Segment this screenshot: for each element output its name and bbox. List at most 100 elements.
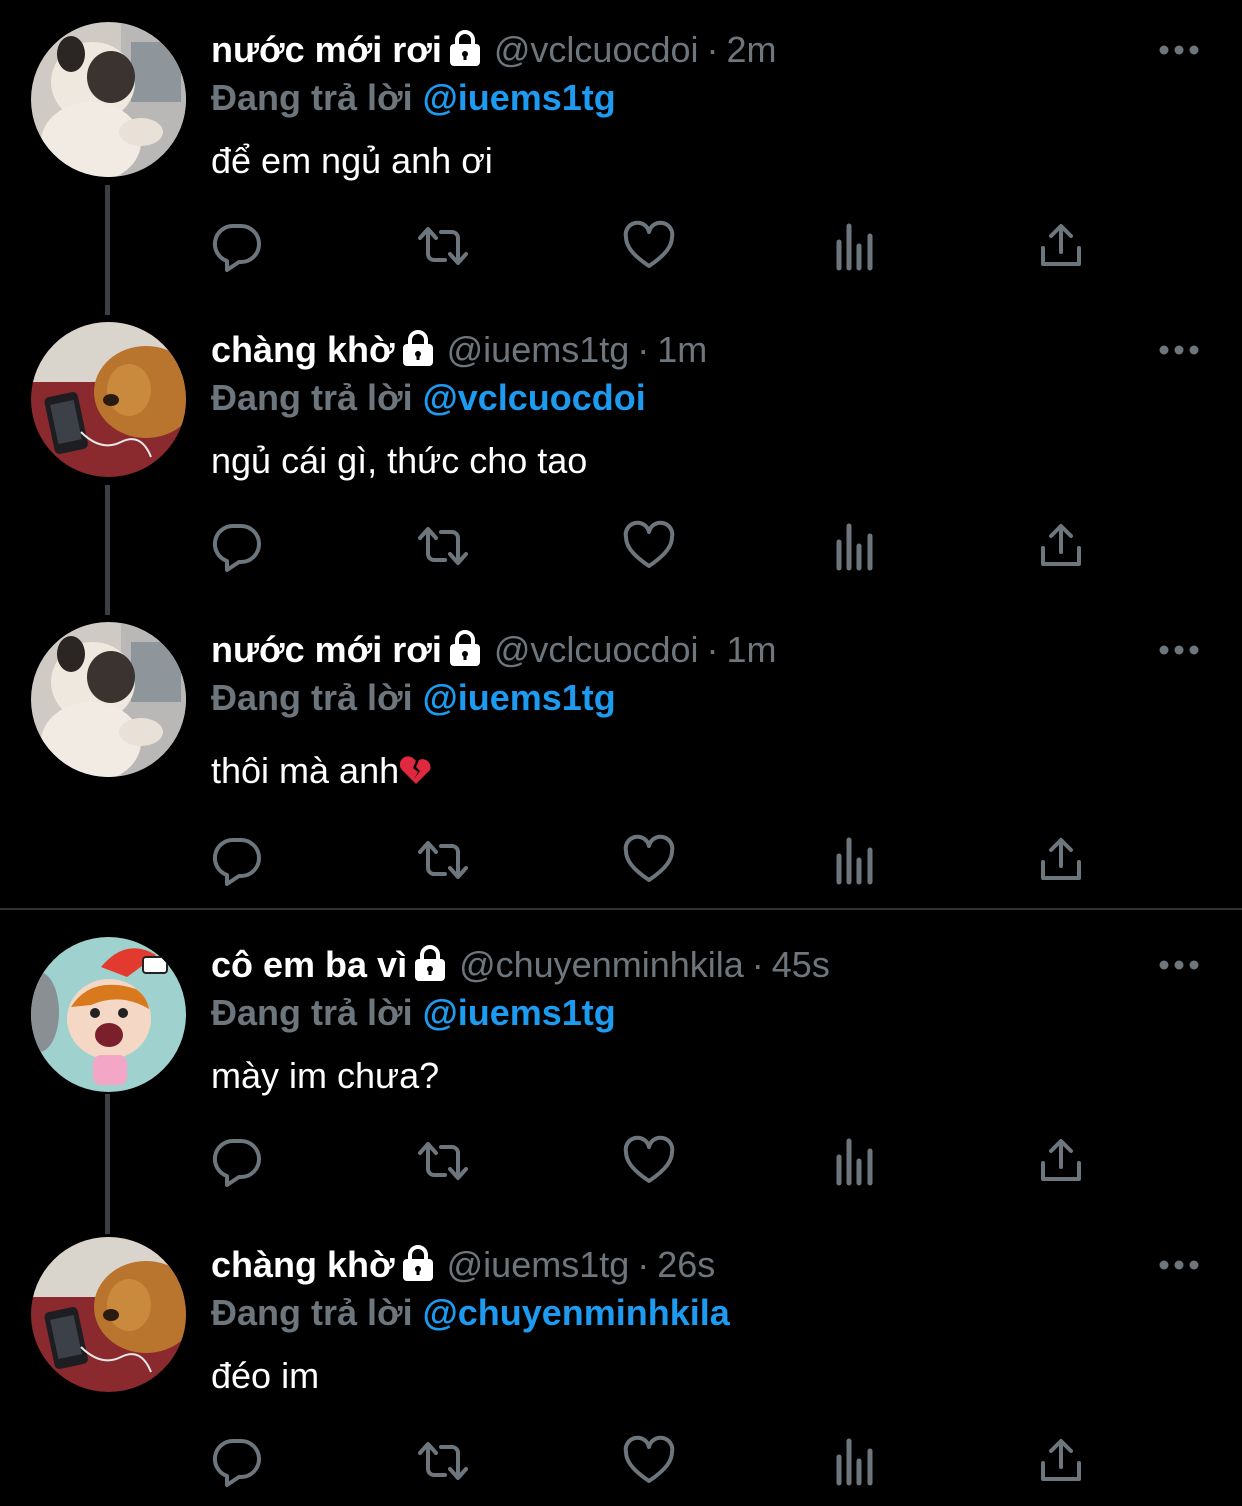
handle[interactable]: @vclcuocdoi — [494, 29, 699, 70]
more-icon[interactable] — [1158, 640, 1200, 660]
reply-icon — [212, 523, 261, 572]
like-button[interactable] — [621, 218, 677, 274]
reply-button[interactable] — [209, 218, 265, 274]
conversation-divider — [0, 908, 1242, 910]
reply-mention-link[interactable]: @vclcuocdoi — [423, 377, 646, 418]
handle[interactable]: @iuems1tg — [447, 1244, 630, 1285]
separator-dot: · — [706, 629, 719, 670]
display-name[interactable]: chàng khờ — [211, 329, 395, 370]
like-icon — [623, 834, 675, 882]
separator-dot: · — [751, 944, 764, 985]
tweet-text-container: thôi mà anh — [211, 746, 433, 796]
reply-icon — [212, 837, 261, 886]
avatar[interactable] — [31, 622, 186, 777]
retweet-icon — [418, 1142, 468, 1180]
analytics-icon — [836, 523, 873, 571]
analytics-button[interactable] — [827, 1433, 883, 1489]
timestamp[interactable]: 26s — [657, 1244, 715, 1285]
tweet-text: ngủ cái gì, thức cho tao — [211, 440, 588, 481]
reply-mention-link[interactable]: @iuems1tg — [423, 992, 616, 1033]
share-button[interactable] — [1033, 1133, 1089, 1189]
share-icon — [1041, 838, 1081, 880]
reply-context: Đang trả lời @vclcuocdoi — [211, 370, 646, 426]
like-button[interactable] — [621, 1133, 677, 1189]
reply-icon — [212, 1438, 261, 1487]
pug-avatar-image — [31, 22, 186, 177]
retweet-button[interactable] — [415, 1433, 471, 1489]
display-name[interactable]: chàng khờ — [211, 1244, 395, 1285]
avatar[interactable] — [31, 937, 186, 1092]
more-icon[interactable] — [1158, 1255, 1200, 1275]
avatar[interactable] — [31, 322, 186, 477]
more-icon[interactable] — [1158, 340, 1200, 360]
analytics-icon — [836, 1138, 873, 1186]
like-icon — [623, 520, 675, 568]
reply-prefix: Đang trả lời — [211, 77, 413, 118]
dog-avatar-image — [31, 322, 186, 477]
handle[interactable]: @chuyenminhkila — [459, 944, 744, 985]
analytics-icon — [836, 1438, 873, 1486]
reply-mention-link[interactable]: @iuems1tg — [423, 677, 616, 718]
reply-prefix: Đang trả lời — [211, 992, 413, 1033]
lock-icon — [449, 630, 480, 666]
share-button[interactable] — [1033, 832, 1089, 888]
like-icon — [623, 220, 675, 268]
tweet-actions — [0, 518, 1242, 578]
avatar[interactable] — [31, 22, 186, 177]
retweet-icon — [418, 841, 468, 879]
analytics-button[interactable] — [827, 832, 883, 888]
share-button[interactable] — [1033, 1433, 1089, 1489]
avatar[interactable] — [31, 1237, 186, 1392]
timestamp[interactable]: 2m — [727, 29, 777, 70]
separator-dot: · — [706, 29, 719, 70]
reply-button[interactable] — [209, 832, 265, 888]
reply-icon — [212, 1138, 261, 1187]
dog-avatar-image — [31, 1237, 186, 1392]
tweet-text: mày im chưa? — [211, 1055, 440, 1096]
more-icon[interactable] — [1158, 955, 1200, 975]
reply-button[interactable] — [209, 518, 265, 574]
display-name[interactable]: cô em ba vì — [211, 944, 407, 985]
timestamp[interactable]: 1m — [657, 329, 707, 370]
tweet-text: thôi mà anh — [211, 750, 400, 791]
separator-dot: · — [637, 1244, 650, 1285]
display-name[interactable]: nước mới rơi — [211, 629, 442, 670]
share-button[interactable] — [1033, 218, 1089, 274]
tweet-actions — [0, 832, 1242, 892]
reply-button[interactable] — [209, 1433, 265, 1489]
like-button[interactable] — [621, 832, 677, 888]
separator-dot: · — [637, 329, 650, 370]
retweet-button[interactable] — [415, 218, 471, 274]
retweet-button[interactable] — [415, 518, 471, 574]
handle[interactable]: @iuems1tg — [447, 329, 630, 370]
analytics-button[interactable] — [827, 518, 883, 574]
share-icon — [1041, 224, 1081, 266]
pug-avatar-image — [31, 622, 186, 777]
handle[interactable]: @vclcuocdoi — [494, 629, 699, 670]
analytics-button[interactable] — [827, 1133, 883, 1189]
share-button[interactable] — [1033, 518, 1089, 574]
tweet-actions — [0, 218, 1242, 278]
reply-mention-link[interactable]: @chuyenminhkila — [423, 1292, 730, 1333]
analytics-icon — [836, 837, 873, 885]
analytics-button[interactable] — [827, 218, 883, 274]
more-icon[interactable] — [1158, 40, 1200, 60]
share-icon — [1041, 524, 1081, 566]
like-button[interactable] — [621, 1433, 677, 1489]
retweet-button[interactable] — [415, 1133, 471, 1189]
like-button[interactable] — [621, 518, 677, 574]
reply-mention-link[interactable]: @iuems1tg — [423, 77, 616, 118]
reply-button[interactable] — [209, 1133, 265, 1189]
display-name[interactable]: nước mới rơi — [211, 29, 442, 70]
timestamp[interactable]: 45s — [772, 944, 830, 985]
timestamp[interactable]: 1m — [727, 629, 777, 670]
retweet-icon — [418, 227, 468, 265]
retweet-icon — [418, 1442, 468, 1480]
lock-icon — [402, 330, 433, 366]
reply-context: Đang trả lời @chuyenminhkila — [211, 1285, 730, 1341]
like-icon — [623, 1135, 675, 1183]
reply-context: Đang trả lời @iuems1tg — [211, 985, 616, 1041]
retweet-button[interactable] — [415, 832, 471, 888]
cartoon-girl-avatar-image — [31, 937, 186, 1092]
lock-icon — [449, 30, 480, 66]
